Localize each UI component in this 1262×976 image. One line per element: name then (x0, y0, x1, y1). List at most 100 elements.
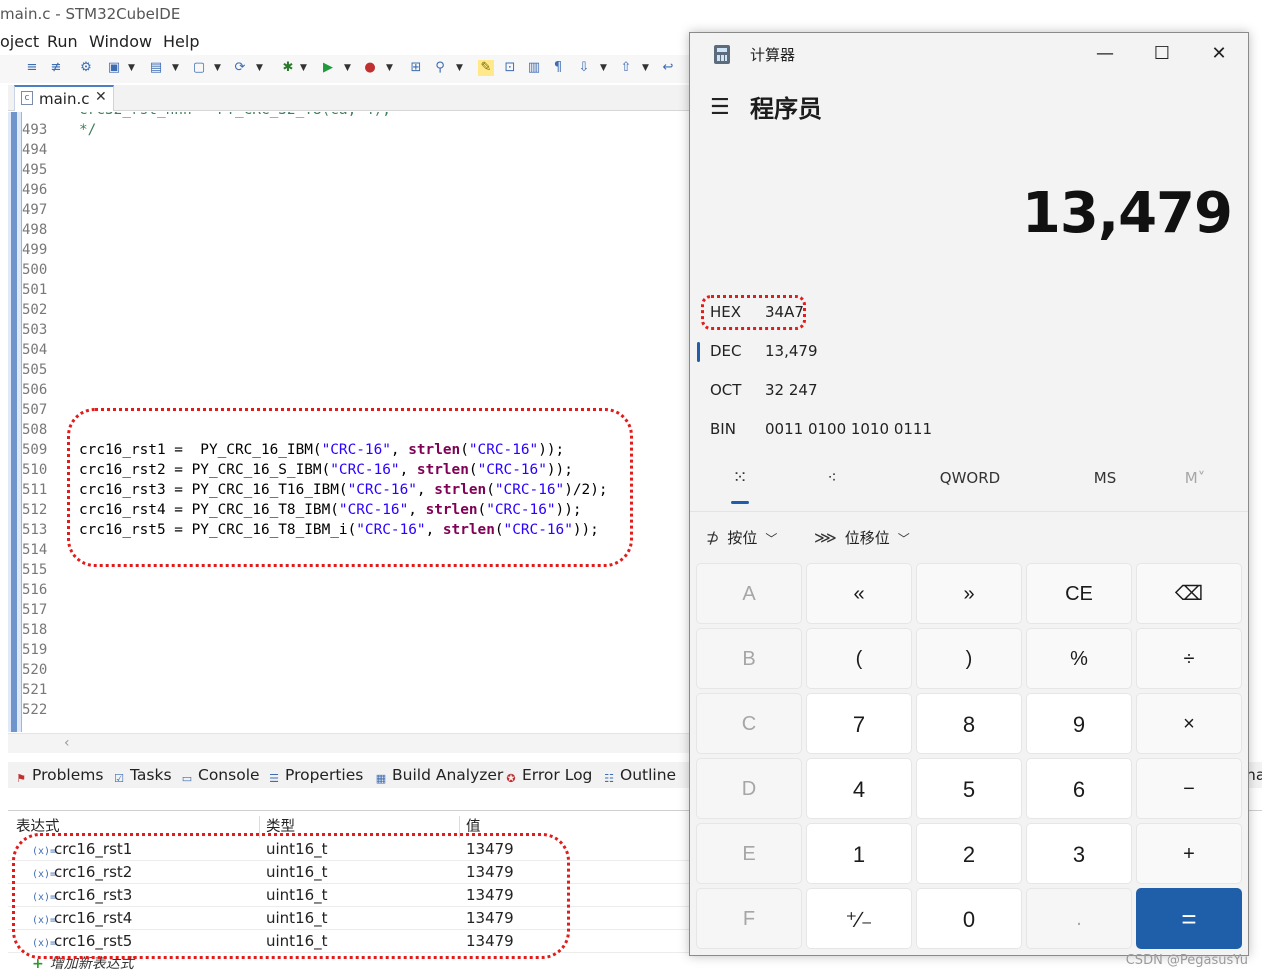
run-icon[interactable]: ▶ (320, 60, 336, 76)
menu-help[interactable]: Help (163, 32, 199, 51)
chevron-down-icon[interactable]: ▼ (214, 61, 222, 75)
editor-tab-main-c[interactable]: c main.c ✕ (14, 85, 114, 111)
key-0[interactable]: 0 (916, 888, 1022, 949)
column-header-value[interactable]: 值 (466, 816, 698, 838)
bitshift-dropdown[interactable]: ⋙ 位移位 ﹀ (814, 527, 910, 548)
chevron-down-icon[interactable]: ▼ (386, 61, 394, 75)
block-selection-icon[interactable]: ▥ (526, 60, 542, 76)
key-clear-entry[interactable]: CE (1026, 563, 1132, 624)
radix-dec-row[interactable]: DEC 13,479 (690, 337, 1248, 367)
tab-properties[interactable]: ☰ Properties (267, 766, 363, 786)
tab-error-log[interactable]: ✪ Error Log (504, 766, 592, 786)
key-d[interactable]: D (696, 758, 802, 819)
menu-project[interactable]: oject (0, 32, 39, 51)
chevron-down-icon[interactable]: ▼ (456, 61, 464, 75)
key-4[interactable]: 4 (806, 758, 912, 819)
key-2[interactable]: 2 (916, 823, 1022, 884)
key-e[interactable]: E (696, 823, 802, 884)
expression-row[interactable]: (x)=crc16_rst3 uint16_t 13479 (8, 884, 698, 907)
key-shift-left[interactable]: « (806, 563, 912, 624)
new-source-icon[interactable]: ▢ (191, 60, 207, 76)
highlight-icon[interactable]: ✎ (478, 60, 494, 76)
key-5[interactable]: 5 (916, 758, 1022, 819)
chevron-down-icon[interactable]: ▼ (344, 61, 352, 75)
menu-icon[interactable]: ☰ (710, 95, 730, 120)
chip-icon[interactable]: ⚙ (78, 60, 94, 76)
next-annotation-icon[interactable]: ⇩ (576, 60, 592, 76)
bitwise-dropdown[interactable]: ⊅ 按位 ﹀ (706, 527, 777, 548)
prev-annotation-icon[interactable]: ⇧ (618, 60, 634, 76)
column-header-type[interactable]: 类型 (266, 816, 460, 838)
search-icon[interactable]: ⚲ (432, 60, 448, 76)
close-icon[interactable]: ✕ (95, 89, 107, 105)
chevron-down-icon[interactable]: ▼ (600, 61, 608, 75)
expression-row[interactable]: (x)=crc16_rst5 uint16_t 13479 (8, 930, 698, 953)
key-decimal[interactable]: . (1026, 888, 1132, 949)
key-c[interactable]: C (696, 693, 802, 754)
tab-build-analyzer[interactable]: ▦ Build Analyzer (374, 766, 504, 786)
expressions-header: 表达式 类型 值 (8, 816, 698, 838)
column-header-expression[interactable]: 表达式 (16, 816, 260, 838)
chevron-down-icon[interactable]: ▼ (300, 61, 308, 75)
radix-hex-row[interactable]: HEX 34A7 (690, 298, 1248, 328)
menu-window[interactable]: Window (89, 32, 152, 51)
expression-row[interactable]: (x)=crc16_rst4 uint16_t 13479 (8, 907, 698, 930)
horizontal-scrollbar[interactable]: ‹ (8, 733, 690, 753)
pilcrow-icon[interactable]: ¶ (550, 60, 566, 76)
line-number: 522 (22, 702, 48, 718)
menu-run[interactable]: Run (47, 32, 78, 51)
key-6[interactable]: 6 (1026, 758, 1132, 819)
radix-bin-row[interactable]: BIN 0011 0100 1010 0111 (690, 415, 1248, 445)
tab-problems[interactable]: ⚑ Problems (14, 766, 103, 786)
expression-row[interactable]: (x)=crc16_rst1 uint16_t 13479 (8, 838, 698, 861)
chevron-left-icon[interactable]: ‹ (64, 735, 70, 751)
chevron-down-icon[interactable]: ▼ (642, 61, 650, 75)
key-negate[interactable]: ⁺∕₋ (806, 888, 912, 949)
word-size-button[interactable]: QWORD (930, 463, 1010, 509)
uncomment-icon[interactable]: ≢ (48, 60, 64, 76)
back-icon[interactable]: ↩ (660, 60, 676, 76)
key-7[interactable]: 7 (806, 693, 912, 754)
chevron-down-icon[interactable]: ▼ (128, 61, 136, 75)
radix-oct-row[interactable]: OCT 32 247 (690, 376, 1248, 406)
key-open-paren[interactable]: ( (806, 628, 912, 689)
tab-outline[interactable]: ☷ Outline (602, 766, 676, 786)
key-9[interactable]: 9 (1026, 693, 1132, 754)
memory-list-button[interactable]: M˅ (1165, 463, 1225, 509)
tab-console[interactable]: ▭ Console (180, 766, 260, 786)
key-backspace[interactable]: ⌫ (1136, 563, 1242, 624)
key-a[interactable]: A (696, 563, 802, 624)
external-tools-icon[interactable]: ● (362, 60, 378, 76)
code-editor[interactable]: 493 494 495 496 497 498 499 500 501 502 503 504 505 5… (8, 112, 690, 732)
open-folder-icon[interactable]: ⊞ (408, 60, 424, 76)
key-modulo[interactable]: % (1026, 628, 1132, 689)
key-equals[interactable]: = (1136, 888, 1242, 949)
expression-row[interactable]: (x)=crc16_rst2 uint16_t 13479 (8, 861, 698, 884)
chevron-down-icon[interactable]: ▼ (172, 61, 180, 75)
key-3[interactable]: 3 (1026, 823, 1132, 884)
minimize-icon[interactable]: — (1090, 41, 1120, 67)
key-b[interactable]: B (696, 628, 802, 689)
key-close-paren[interactable]: ) (916, 628, 1022, 689)
bit-toggling-keypad-icon[interactable]: ⁖ (812, 463, 852, 509)
key-f[interactable]: F (696, 888, 802, 949)
key-8[interactable]: 8 (916, 693, 1022, 754)
key-shift-right[interactable]: » (916, 563, 1022, 624)
memory-store-button[interactable]: MS (1075, 463, 1135, 509)
key-subtract[interactable]: − (1136, 758, 1242, 819)
key-add[interactable]: + (1136, 823, 1242, 884)
key-1[interactable]: 1 (806, 823, 912, 884)
close-icon[interactable]: ✕ (1204, 41, 1234, 67)
chevron-down-icon[interactable]: ▼ (256, 61, 264, 75)
refresh-icon[interactable]: ⟳ (232, 60, 248, 76)
key-multiply[interactable]: × (1136, 693, 1242, 754)
key-divide[interactable]: ÷ (1136, 628, 1242, 689)
toggle-comment-icon[interactable]: ≡ (24, 60, 40, 76)
add-new-expression[interactable]: + 增加新表达式 (32, 953, 134, 975)
debug-icon[interactable]: ✱ (280, 60, 296, 76)
mark-occurrences-icon[interactable]: ⊡ (502, 60, 518, 76)
new-folder-icon[interactable]: ▤ (148, 60, 164, 76)
tab-tasks[interactable]: ☑ Tasks (112, 766, 171, 786)
new-project-icon[interactable]: ▣ (106, 60, 122, 76)
maximize-icon[interactable]: ☐ (1147, 41, 1177, 67)
